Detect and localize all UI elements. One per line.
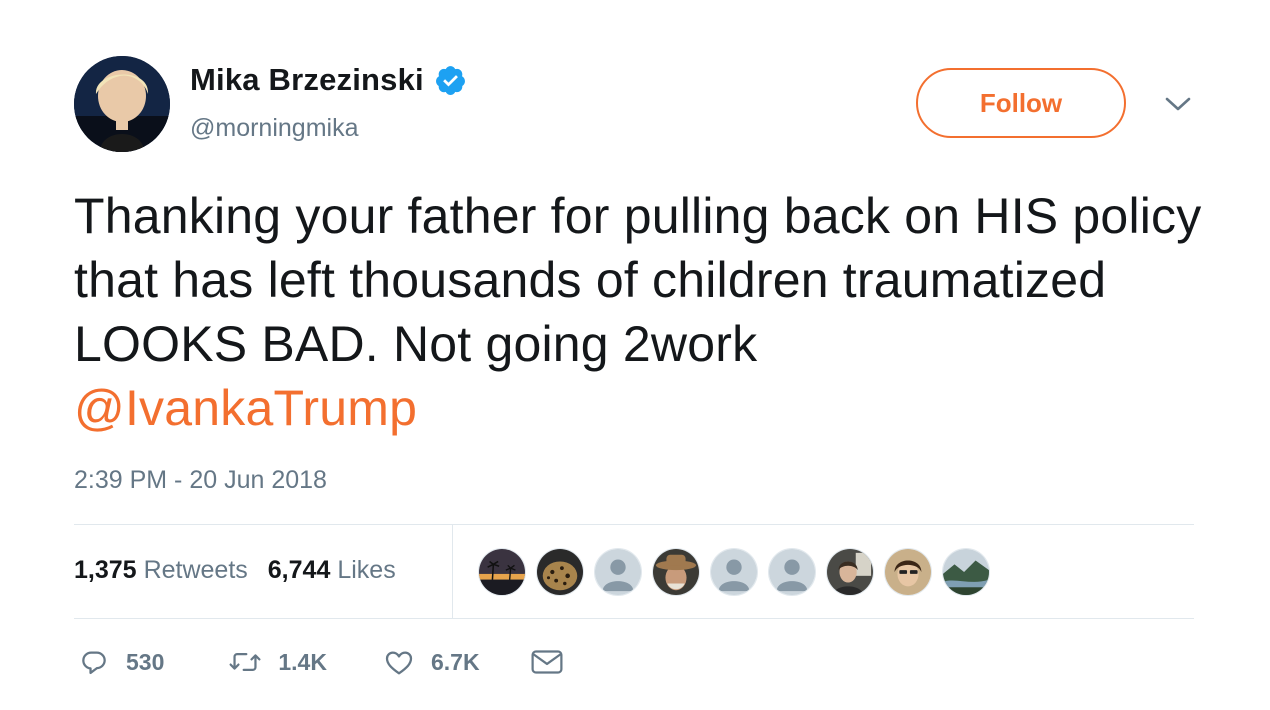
verified-badge-icon xyxy=(435,65,465,95)
reply-action[interactable]: 530 xyxy=(78,646,164,678)
retweets-stat[interactable]: 1,375 Retweets xyxy=(74,556,248,585)
retweet-icon xyxy=(229,653,261,671)
liker-avatar[interactable] xyxy=(768,548,816,596)
direct-message-action[interactable] xyxy=(530,647,564,677)
chevron-down-icon[interactable] xyxy=(1164,92,1192,116)
author-name-row[interactable]: Mika Brzezinski xyxy=(190,62,467,98)
envelope-icon xyxy=(531,650,563,674)
follow-button[interactable]: Follow xyxy=(916,68,1126,138)
liker-avatar[interactable] xyxy=(884,548,932,596)
author-avatar[interactable] xyxy=(74,56,170,152)
likes-stat[interactable]: 6,744 Likes xyxy=(268,556,396,585)
retweets-label: Retweets xyxy=(143,556,248,584)
leopard-avatar-icon xyxy=(537,549,583,595)
liker-avatar[interactable] xyxy=(942,548,990,596)
tweet-text: Thanking your father for pulling back on… xyxy=(74,184,1204,440)
retweet-count: 1.4K xyxy=(278,648,327,675)
retweet-action[interactable]: 1.4K xyxy=(228,646,327,678)
mention-link[interactable]: @IvankaTrump xyxy=(74,376,1204,440)
default-profile-avatar-icon xyxy=(769,549,815,595)
author-display-name[interactable]: Mika Brzezinski xyxy=(190,62,424,98)
palm-sunset-avatar-icon xyxy=(479,549,525,595)
likers-avatar-list xyxy=(478,548,1000,596)
liker-avatar[interactable] xyxy=(652,548,700,596)
landscape-avatar-icon xyxy=(943,549,989,595)
default-profile-avatar-icon xyxy=(711,549,757,595)
liker-avatar[interactable] xyxy=(478,548,526,596)
author-photo-icon xyxy=(74,56,170,152)
tweet-action-bar: 530 1.4K 6.7K xyxy=(78,646,564,678)
tweet-timestamp[interactable]: 2:39 PM - 20 Jun 2018 xyxy=(74,466,327,495)
likes-count: 6,744 xyxy=(267,556,331,584)
liker-avatar[interactable] xyxy=(710,548,758,596)
liker-avatar[interactable] xyxy=(594,548,642,596)
person-photo-avatar-icon xyxy=(827,549,873,595)
liker-avatar[interactable] xyxy=(536,548,584,596)
liker-avatar[interactable] xyxy=(826,548,874,596)
default-profile-avatar-icon xyxy=(595,549,641,595)
stats-divider-vertical xyxy=(452,525,453,618)
stats-divider-top xyxy=(74,524,1194,525)
reply-icon xyxy=(82,651,106,675)
retweets-count: 1,375 xyxy=(74,556,137,584)
tweet-body: Thanking your father for pulling back on… xyxy=(74,188,1202,372)
stats-divider-bottom xyxy=(74,618,1194,619)
like-count: 6.7K xyxy=(430,648,480,675)
engagement-stats: 1,375 Retweets 6,744 Likes xyxy=(74,556,396,585)
cowboy-hat-avatar-icon xyxy=(653,549,699,595)
person-photo-avatar-icon xyxy=(885,549,931,595)
author-handle[interactable]: @morningmika xyxy=(190,114,358,143)
heart-icon xyxy=(385,651,413,675)
like-action[interactable]: 6.7K xyxy=(383,646,480,678)
reply-count: 530 xyxy=(126,648,165,675)
likes-label: Likes xyxy=(337,556,396,584)
